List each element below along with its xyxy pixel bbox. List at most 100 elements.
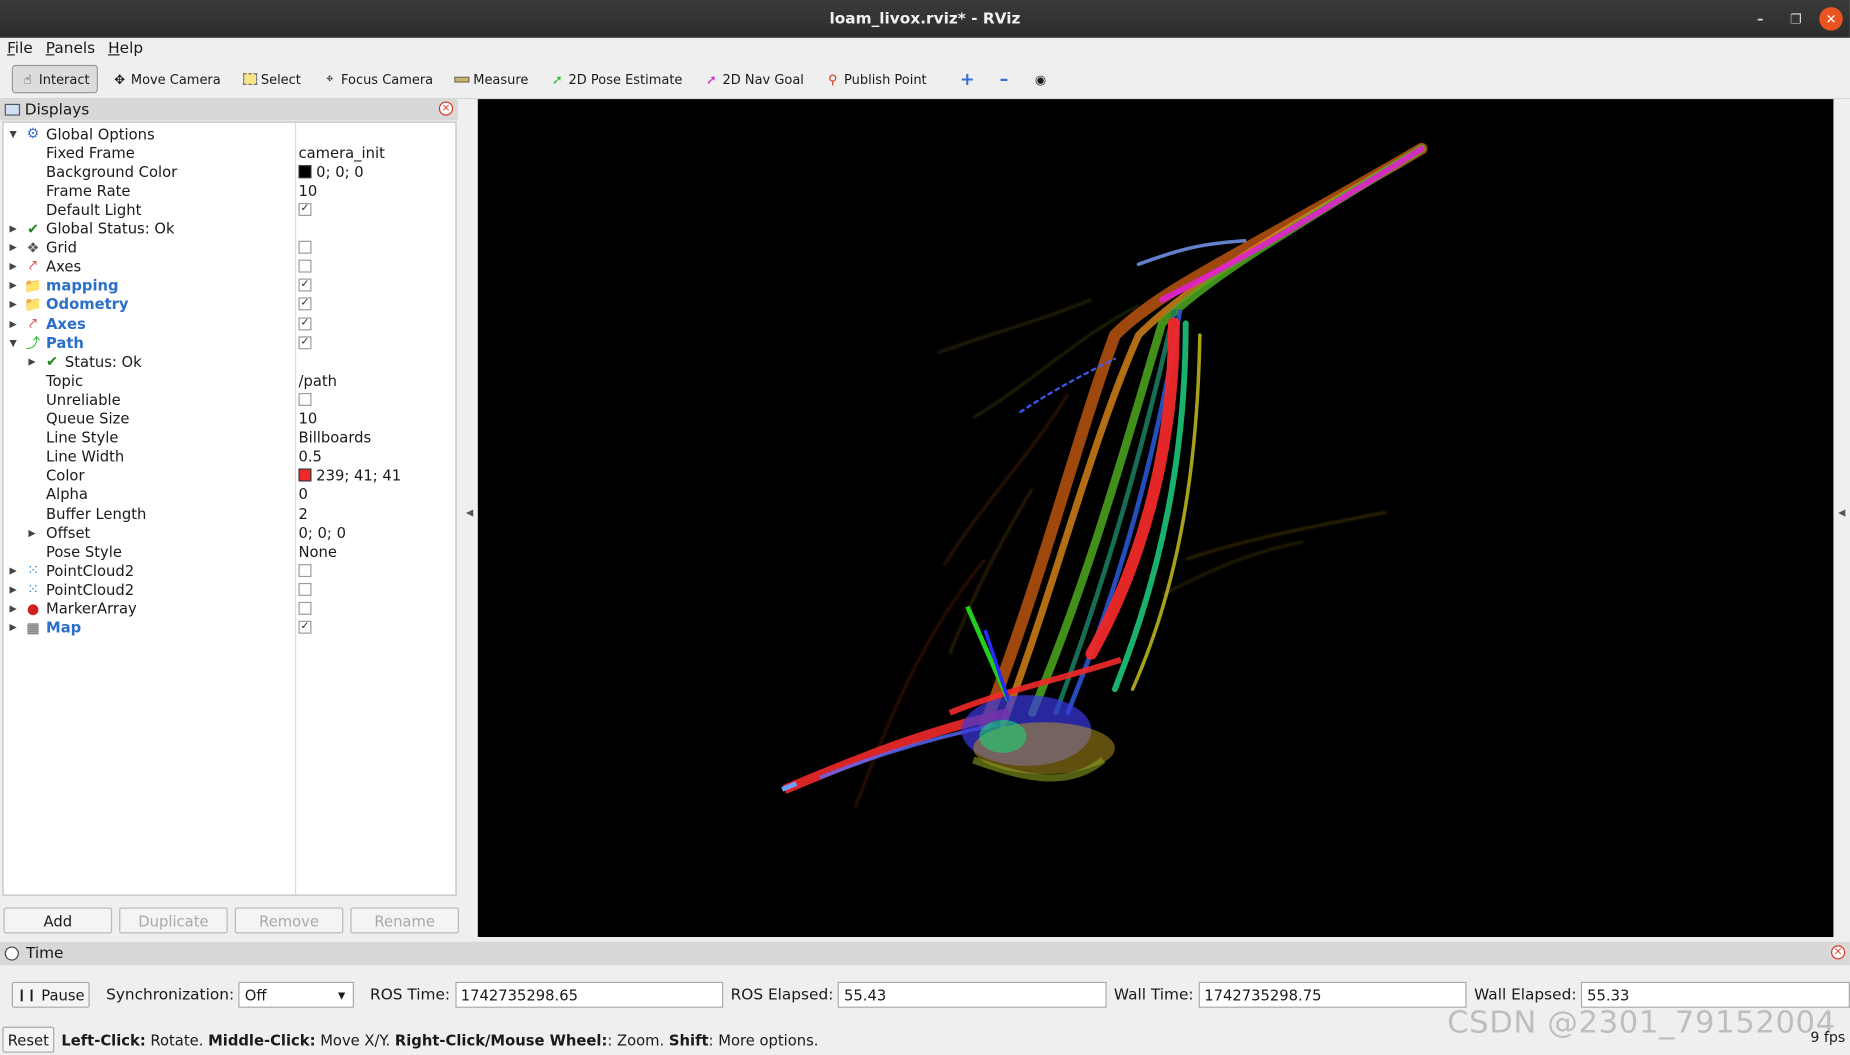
focus-camera-tool-button[interactable]: ⌖ Focus Camera xyxy=(315,65,440,93)
expand-arrow-icon[interactable]: ▼ xyxy=(9,337,16,348)
display-row[interactable]: ▶ ● MarkerArray xyxy=(4,599,456,618)
display-row[interactable]: ▶ ⁙ PointCloud2 xyxy=(4,580,456,599)
collapse-arrow-icon[interactable]: ▶ xyxy=(28,527,35,538)
display-row-value[interactable] xyxy=(298,240,312,254)
display-row[interactable]: Buffer Length 2 xyxy=(4,504,456,523)
display-row-value[interactable]: 239; 41; 41 xyxy=(298,466,401,484)
collapse-arrow-icon[interactable]: ▶ xyxy=(9,584,16,595)
display-row-value[interactable]: ✓ xyxy=(298,620,312,634)
display-checkbox[interactable]: ✓ xyxy=(298,278,312,292)
display-row-value[interactable] xyxy=(298,601,312,615)
render-viewport[interactable] xyxy=(477,99,1834,937)
display-row-value[interactable]: /path xyxy=(298,371,337,389)
publish-point-tool-button[interactable]: ⚲ Publish Point xyxy=(818,65,934,93)
display-row[interactable]: ▶ ✔ Global Status: Ok xyxy=(4,219,456,238)
measure-tool-button[interactable]: Measure xyxy=(447,65,535,93)
display-row[interactable]: ▶ ⁙ PointCloud2 xyxy=(4,561,456,580)
left-splitter[interactable]: ◀ xyxy=(460,99,477,937)
wall-elapsed-field[interactable]: 55.33 xyxy=(1581,981,1850,1008)
display-row[interactable]: ▶ Offset 0; 0; 0 xyxy=(4,523,456,542)
display-row[interactable]: Line Style Billboards xyxy=(4,428,456,447)
display-row[interactable]: Topic/path xyxy=(4,371,456,390)
time-close-icon[interactable]: × xyxy=(1831,945,1846,960)
display-row[interactable]: Pose Style None xyxy=(4,542,456,561)
display-checkbox[interactable]: ✓ xyxy=(298,335,312,349)
display-row-value[interactable]: 2 xyxy=(298,504,307,522)
display-row[interactable]: Unreliable xyxy=(4,390,456,409)
menu-file[interactable]: File xyxy=(7,40,33,58)
display-row[interactable]: ▶ ⤤ Axes xyxy=(4,257,456,276)
display-row[interactable]: Fixed Frame camera_init xyxy=(4,143,456,162)
color-swatch[interactable] xyxy=(298,164,312,178)
display-row-value[interactable]: 10 xyxy=(298,409,317,427)
display-row[interactable]: ▼ ⤴ Path ✓ xyxy=(4,333,456,352)
display-checkbox[interactable] xyxy=(298,601,312,615)
display-row[interactable]: Queue Size 10 xyxy=(4,409,456,428)
display-checkbox[interactable]: ✓ xyxy=(298,620,312,634)
minimize-icon[interactable]: – xyxy=(1748,7,1772,31)
menu-help[interactable]: Help xyxy=(108,40,143,58)
remove-tool-button[interactable]: – xyxy=(989,65,1018,93)
collapse-arrow-icon[interactable]: ▶ xyxy=(9,280,16,291)
display-row-value[interactable]: 0; 0; 0 xyxy=(298,162,364,180)
remove-button[interactable]: Remove xyxy=(234,907,344,934)
display-row-value[interactable]: 0 xyxy=(298,485,307,503)
display-row[interactable]: Alpha 0 xyxy=(4,485,456,504)
display-row[interactable]: ▶ 📁 Odometry ✓ xyxy=(4,295,456,314)
interact-tool-button[interactable]: ☝ Interact xyxy=(11,64,98,94)
display-row-value[interactable]: camera_init xyxy=(298,143,384,161)
display-row-value[interactable] xyxy=(298,582,312,596)
reset-button[interactable]: Reset xyxy=(2,1026,55,1053)
display-row-value[interactable]: ✓ xyxy=(298,335,312,349)
close-icon[interactable]: ✕ xyxy=(1819,7,1843,31)
collapse-arrow-icon[interactable]: ▶ xyxy=(9,242,16,253)
select-tool-button[interactable]: Select xyxy=(235,65,308,93)
display-row[interactable]: ▶ ❖ Grid xyxy=(4,238,456,257)
display-checkbox[interactable] xyxy=(298,259,312,273)
display-row-value[interactable] xyxy=(298,563,312,577)
display-checkbox[interactable]: ✓ xyxy=(298,297,312,311)
move-camera-tool-button[interactable]: ✥ Move Camera xyxy=(105,65,228,93)
display-row-value[interactable]: 10 xyxy=(298,181,317,199)
add-tool-button[interactable]: + xyxy=(953,65,982,93)
display-row-value[interactable]: ✓ xyxy=(298,297,312,311)
display-row[interactable]: ▼ ⚙ Global Options xyxy=(4,124,456,143)
display-row-value[interactable]: Billboards xyxy=(298,428,371,446)
pose-estimate-tool-button[interactable]: ➚ 2D Pose Estimate xyxy=(543,65,690,93)
display-row[interactable]: Default Light ✓ xyxy=(4,200,456,219)
display-checkbox[interactable] xyxy=(298,240,312,254)
display-row[interactable]: ▶ ⤤ Axes ✓ xyxy=(4,314,456,333)
display-row[interactable]: ▶ 📁 mapping ✓ xyxy=(4,276,456,295)
display-row[interactable]: Color 239; 41; 41 xyxy=(4,466,456,485)
display-row[interactable]: Line Width 0.5 xyxy=(4,447,456,466)
display-row[interactable]: ▶ ▦ Map ✓ xyxy=(4,618,456,637)
display-checkbox[interactable] xyxy=(298,392,312,406)
display-checkbox[interactable] xyxy=(298,582,312,596)
wall-time-field[interactable]: 1742735298.75 xyxy=(1198,981,1468,1008)
pause-button[interactable]: ❙❙ Pause xyxy=(11,981,90,1008)
view-tool-button[interactable]: ◉ xyxy=(1026,65,1055,93)
panel-close-icon[interactable]: × xyxy=(438,101,454,116)
display-row-value[interactable] xyxy=(298,259,312,273)
collapse-arrow-icon[interactable]: ▶ xyxy=(28,356,35,367)
add-button[interactable]: Add xyxy=(3,907,113,934)
right-splitter[interactable]: ◀ xyxy=(1834,99,1850,937)
display-row-value[interactable]: ✓ xyxy=(298,316,312,330)
nav-goal-tool-button[interactable]: ➚ 2D Nav Goal xyxy=(697,65,811,93)
display-row-value[interactable]: ✓ xyxy=(298,202,312,216)
collapse-arrow-icon[interactable]: ▶ xyxy=(9,261,16,272)
sync-select[interactable]: Off ▼ xyxy=(238,981,354,1008)
display-row[interactable]: Frame Rate 10 xyxy=(4,181,456,200)
collapse-arrow-icon[interactable]: ▶ xyxy=(9,318,16,329)
display-row[interactable]: Background Color 0; 0; 0 xyxy=(4,162,456,181)
color-swatch[interactable] xyxy=(298,468,312,482)
ros-time-field[interactable]: 1742735298.65 xyxy=(454,981,724,1008)
expand-arrow-icon[interactable]: ▼ xyxy=(9,128,16,139)
rename-button[interactable]: Rename xyxy=(350,907,459,934)
collapse-arrow-icon[interactable]: ▶ xyxy=(9,299,16,310)
display-checkbox[interactable]: ✓ xyxy=(298,202,312,216)
ros-elapsed-field[interactable]: 55.43 xyxy=(838,981,1107,1008)
duplicate-button[interactable]: Duplicate xyxy=(119,907,228,934)
display-checkbox[interactable] xyxy=(298,563,312,577)
collapse-arrow-icon[interactable]: ▶ xyxy=(9,565,16,576)
